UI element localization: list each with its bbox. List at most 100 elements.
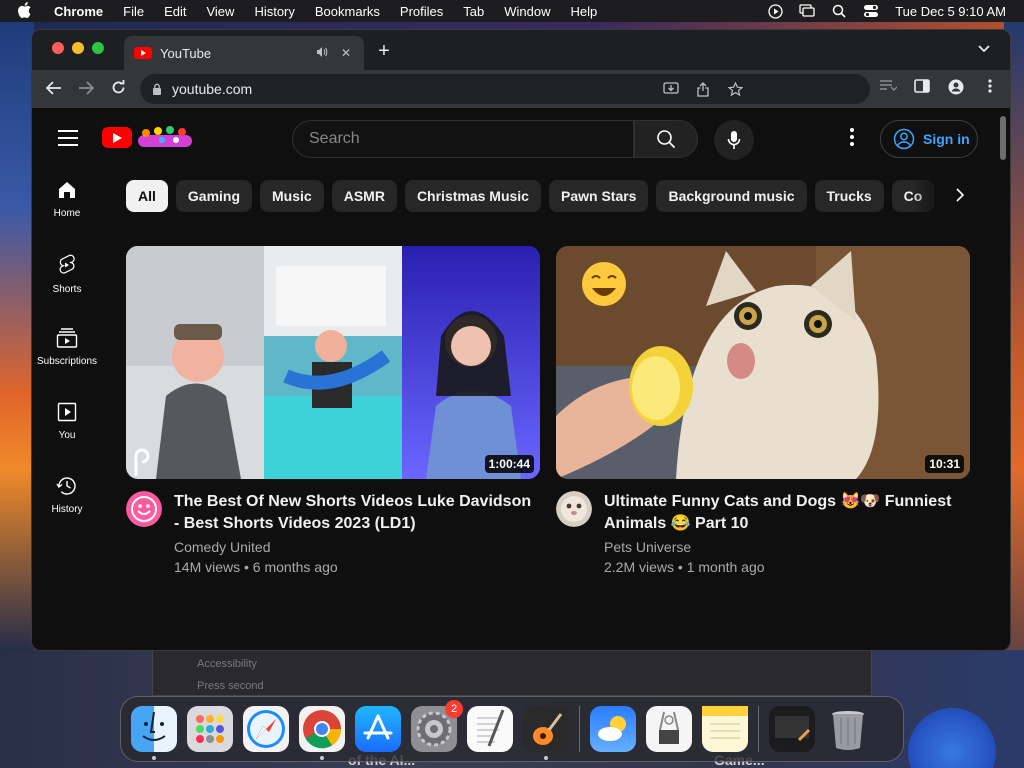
channel-name[interactable]: Comedy United <box>174 539 540 555</box>
dock-separator <box>758 706 759 752</box>
guide-menu-icon[interactable] <box>58 130 78 146</box>
background-window-text: Accessibility <box>197 658 257 670</box>
settings-more-icon[interactable] <box>842 128 862 146</box>
spotlight-search-icon[interactable] <box>831 4 847 18</box>
url-text[interactable]: youtube.com <box>172 81 252 97</box>
chip-music[interactable]: Music <box>260 180 324 212</box>
youtube-page: Search Sign in Home Shorts Subscriptions… <box>32 108 1010 651</box>
finder-icon[interactable] <box>131 706 177 760</box>
app-store-icon[interactable] <box>355 706 401 752</box>
subscriptions-icon <box>56 328 78 348</box>
chip-christmas-music[interactable]: Christmas Music <box>404 180 541 212</box>
system-information-icon[interactable] <box>646 706 692 752</box>
apple-menu-icon[interactable] <box>18 1 34 21</box>
chip-gaming[interactable]: Gaming <box>175 180 253 212</box>
garageband-icon[interactable] <box>523 706 569 760</box>
chrome-window: YouTube ✕ + youtube.com Search Sign in H… <box>31 29 1011 651</box>
menu-history[interactable]: History <box>254 4 294 19</box>
side-panel-icon[interactable] <box>912 79 932 95</box>
video-thumbnail-partial[interactable] <box>556 650 970 651</box>
sidebar-item-label: Shorts <box>52 284 82 295</box>
launchpad-icon[interactable] <box>187 706 233 752</box>
video-title[interactable]: The Best Of New Shorts Videos Luke David… <box>174 491 540 535</box>
menu-bookmarks[interactable]: Bookmarks <box>315 4 380 19</box>
search-input[interactable]: Search <box>292 120 634 158</box>
new-tab-button[interactable]: + <box>374 40 394 63</box>
tab-search-chevron-down-icon[interactable] <box>978 42 990 56</box>
sidebar-item-home[interactable]: Home <box>32 168 102 242</box>
menu-view[interactable]: View <box>206 4 234 19</box>
channel-avatar[interactable] <box>126 491 162 527</box>
chrome-menu-icon[interactable] <box>980 79 1000 95</box>
zoom-window-button[interactable] <box>92 42 104 54</box>
video-thumbnail[interactable]: 10:31 <box>556 246 970 479</box>
sidebar-item-label: Home <box>53 208 81 219</box>
voice-search-button[interactable] <box>714 120 754 160</box>
video-title[interactable]: Ultimate Funny Cats and Dogs 😻🐶 Funniest… <box>604 491 970 535</box>
audio-playing-icon[interactable] <box>314 46 330 61</box>
reading-list-icon[interactable] <box>878 79 898 95</box>
video-thumbnail-partial[interactable] <box>126 650 540 651</box>
tab-youtube[interactable]: YouTube ✕ <box>124 36 364 70</box>
screen-mirroring-icon[interactable] <box>799 4 815 18</box>
background-window: Accessibility Press second <box>152 650 872 696</box>
guide-sidebar: Home Shorts Subscriptions You History <box>32 168 102 538</box>
video-card[interactable]: 1:00:44 The Best Of New Shorts Videos Lu… <box>126 246 540 575</box>
sidebar-item-history[interactable]: History <box>32 464 102 538</box>
reload-icon[interactable] <box>102 79 134 100</box>
menu-clock[interactable]: Tue Dec 5 9:10 AM <box>895 4 1006 19</box>
menu-edit[interactable]: Edit <box>164 4 186 19</box>
profile-icon[interactable] <box>946 79 966 95</box>
channel-avatar[interactable] <box>556 491 592 527</box>
chrome-icon[interactable] <box>299 706 345 760</box>
safari-icon[interactable] <box>243 706 289 752</box>
sidebar-item-subscriptions[interactable]: Subscriptions <box>32 316 102 390</box>
chip-pawn-stars[interactable]: Pawn Stars <box>548 180 649 212</box>
filter-chips-bar: All Gaming Music ASMR Christmas Music Pawn St… <box>126 180 962 212</box>
page-scrollbar[interactable] <box>1000 116 1006 160</box>
control-center-icon[interactable] <box>863 4 879 18</box>
chips-next-chevron-right-icon[interactable] <box>956 188 965 205</box>
bookmark-star-icon[interactable] <box>726 81 744 97</box>
menu-app-name[interactable]: Chrome <box>54 4 103 19</box>
chip-trucks[interactable]: Trucks <box>814 180 884 212</box>
youtube-doodle-icon[interactable] <box>136 125 196 149</box>
youtube-logo-icon[interactable] <box>102 127 132 148</box>
back-arrow-icon[interactable] <box>38 79 70 100</box>
install-app-icon[interactable] <box>662 82 680 96</box>
chip-asmr[interactable]: ASMR <box>331 180 397 212</box>
history-icon <box>56 477 76 495</box>
sidebar-item-shorts[interactable]: Shorts <box>32 242 102 316</box>
trash-icon[interactable] <box>825 706 871 752</box>
sign-in-button[interactable]: Sign in <box>880 120 978 158</box>
menu-file[interactable]: File <box>123 4 144 19</box>
close-window-button[interactable] <box>52 42 64 54</box>
lock-icon[interactable] <box>152 83 162 95</box>
textedit-icon[interactable] <box>467 706 513 752</box>
search-button[interactable] <box>634 120 698 158</box>
forward-arrow-icon[interactable] <box>70 79 102 100</box>
shorts-icon <box>59 254 75 274</box>
weather-icon[interactable] <box>590 706 636 752</box>
menu-tab[interactable]: Tab <box>463 4 484 19</box>
system-settings-icon[interactable]: 2 <box>411 700 463 752</box>
play-circle-icon[interactable] <box>767 3 783 19</box>
menu-help[interactable]: Help <box>571 4 598 19</box>
sidebar-item-you[interactable]: You <box>32 390 102 464</box>
chip-background-music[interactable]: Background music <box>656 180 807 212</box>
video-card[interactable]: 10:31 Ultimate Funny Cats and Dogs 😻🐶 Fu… <box>556 246 970 575</box>
address-bar[interactable]: youtube.com <box>140 74 870 104</box>
menu-bar: Chrome File Edit View History Bookmarks … <box>0 0 1024 22</box>
close-tab-icon[interactable]: ✕ <box>338 46 354 60</box>
window-controls <box>52 42 104 54</box>
menu-profiles[interactable]: Profiles <box>400 4 443 19</box>
chip-all[interactable]: All <box>126 180 168 212</box>
video-thumbnail[interactable]: 1:00:44 <box>126 246 540 479</box>
notes-icon[interactable] <box>702 706 748 752</box>
screenshot-preview-icon[interactable] <box>769 706 815 752</box>
menu-window[interactable]: Window <box>504 4 550 19</box>
minimize-window-button[interactable] <box>72 42 84 54</box>
share-icon[interactable] <box>694 81 712 97</box>
channel-name[interactable]: Pets Universe <box>604 539 970 555</box>
sidebar-item-label: You <box>58 430 76 441</box>
